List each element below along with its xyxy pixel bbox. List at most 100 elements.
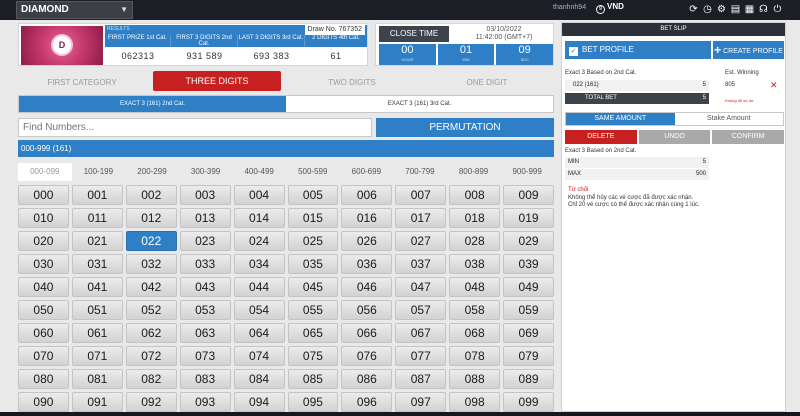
number-button[interactable]: 082 bbox=[125, 369, 177, 389]
number-button[interactable]: 002 bbox=[125, 185, 177, 205]
decade-tab[interactable]: 200-299 bbox=[125, 163, 179, 181]
search-input[interactable] bbox=[18, 118, 372, 137]
decade-tab[interactable]: 400-499 bbox=[232, 163, 286, 181]
remove-bet-icon[interactable]: ✕ bbox=[770, 80, 778, 91]
number-button[interactable]: 093 bbox=[179, 392, 231, 412]
number-button[interactable]: 015 bbox=[287, 208, 339, 228]
number-button[interactable]: 061 bbox=[71, 323, 123, 343]
number-button[interactable]: 067 bbox=[395, 323, 447, 343]
number-button[interactable]: 092 bbox=[125, 392, 177, 412]
number-button[interactable]: 097 bbox=[395, 392, 447, 412]
number-button[interactable]: 000 bbox=[18, 185, 69, 205]
number-button[interactable]: 084 bbox=[233, 369, 285, 389]
number-button[interactable]: 024 bbox=[233, 231, 285, 251]
calculator-icon[interactable]: ▦ bbox=[744, 3, 755, 16]
number-button[interactable]: 010 bbox=[18, 208, 69, 228]
number-button[interactable]: 031 bbox=[71, 254, 123, 274]
number-button[interactable]: 069 bbox=[503, 323, 554, 343]
number-button[interactable]: 038 bbox=[449, 254, 501, 274]
number-button[interactable]: 022 bbox=[125, 231, 177, 251]
number-button[interactable]: 079 bbox=[503, 346, 554, 366]
settings-icon[interactable]: ⚙ bbox=[716, 3, 727, 16]
number-button[interactable]: 077 bbox=[395, 346, 447, 366]
number-button[interactable]: 008 bbox=[449, 185, 501, 205]
number-button[interactable]: 085 bbox=[287, 369, 339, 389]
number-button[interactable]: 075 bbox=[287, 346, 339, 366]
number-button[interactable]: 012 bbox=[125, 208, 177, 228]
number-button[interactable]: 021 bbox=[71, 231, 123, 251]
tab-exact3-3rd[interactable]: EXACT 3 (161) 3rd Cat. bbox=[286, 96, 553, 112]
tab-three-digits[interactable]: THREE DIGITS bbox=[153, 71, 281, 91]
number-button[interactable]: 072 bbox=[125, 346, 177, 366]
number-button[interactable]: 078 bbox=[449, 346, 501, 366]
checkbox-icon[interactable]: ✓ bbox=[569, 47, 578, 56]
number-button[interactable]: 059 bbox=[503, 300, 554, 320]
refresh-icon[interactable]: ⟳ bbox=[688, 3, 699, 16]
decade-tab[interactable]: 700-799 bbox=[393, 163, 447, 181]
number-button[interactable]: 046 bbox=[341, 277, 393, 297]
number-button[interactable]: 063 bbox=[179, 323, 231, 343]
number-button[interactable]: 028 bbox=[449, 231, 501, 251]
number-button[interactable]: 076 bbox=[341, 346, 393, 366]
number-button[interactable]: 023 bbox=[179, 231, 231, 251]
tab-stake-amount[interactable]: Stake Amount bbox=[675, 113, 784, 125]
number-button[interactable]: 098 bbox=[449, 392, 501, 412]
number-button[interactable]: 047 bbox=[395, 277, 447, 297]
number-button[interactable]: 083 bbox=[179, 369, 231, 389]
number-button[interactable]: 060 bbox=[18, 323, 69, 343]
number-button[interactable]: 001 bbox=[71, 185, 123, 205]
number-button[interactable]: 094 bbox=[233, 392, 285, 412]
number-button[interactable]: 029 bbox=[503, 231, 554, 251]
number-button[interactable]: 040 bbox=[18, 277, 69, 297]
number-button[interactable]: 045 bbox=[287, 277, 339, 297]
tab-first-category[interactable]: FIRST CATEGORY bbox=[18, 74, 146, 91]
tab-exact3-2nd[interactable]: EXACT 3 (161) 2nd Cat. bbox=[19, 96, 286, 112]
decade-tab[interactable]: 900-999 bbox=[500, 163, 554, 181]
tab-same-amount[interactable]: SAME AMOUNT bbox=[566, 113, 675, 125]
number-button[interactable]: 042 bbox=[125, 277, 177, 297]
number-button[interactable]: 049 bbox=[503, 277, 554, 297]
number-button[interactable]: 054 bbox=[233, 300, 285, 320]
tab-one-digit[interactable]: ONE DIGIT bbox=[423, 74, 551, 91]
number-button[interactable]: 035 bbox=[287, 254, 339, 274]
decade-tab[interactable]: 500-599 bbox=[286, 163, 340, 181]
number-button[interactable]: 056 bbox=[341, 300, 393, 320]
confirm-button[interactable]: CONFIRM bbox=[712, 130, 785, 144]
number-button[interactable]: 086 bbox=[341, 369, 393, 389]
tab-two-digits[interactable]: TWO DIGITS bbox=[288, 74, 416, 91]
bet-line-amount[interactable]: 5 bbox=[703, 80, 706, 91]
number-button[interactable]: 034 bbox=[233, 254, 285, 274]
document-icon[interactable]: ▤ bbox=[730, 3, 741, 16]
number-button[interactable]: 091 bbox=[71, 392, 123, 412]
number-button[interactable]: 090 bbox=[18, 392, 69, 412]
number-button[interactable]: 032 bbox=[125, 254, 177, 274]
create-profile-button[interactable]: + CREATE PROFILE bbox=[713, 41, 784, 59]
number-button[interactable]: 071 bbox=[71, 346, 123, 366]
number-button[interactable]: 051 bbox=[71, 300, 123, 320]
number-button[interactable]: 064 bbox=[233, 323, 285, 343]
number-button[interactable]: 065 bbox=[287, 323, 339, 343]
number-button[interactable]: 055 bbox=[287, 300, 339, 320]
delete-button[interactable]: DELETE bbox=[565, 130, 637, 144]
number-button[interactable]: 018 bbox=[449, 208, 501, 228]
username[interactable]: thanhnh94 bbox=[553, 4, 586, 11]
number-button[interactable]: 066 bbox=[341, 323, 393, 343]
number-button[interactable]: 005 bbox=[287, 185, 339, 205]
number-button[interactable]: 087 bbox=[395, 369, 447, 389]
number-button[interactable]: 053 bbox=[179, 300, 231, 320]
number-button[interactable]: 088 bbox=[449, 369, 501, 389]
number-button[interactable]: 016 bbox=[341, 208, 393, 228]
undo-button[interactable]: UNDO bbox=[638, 130, 711, 144]
number-button[interactable]: 013 bbox=[179, 208, 231, 228]
number-button[interactable]: 011 bbox=[71, 208, 123, 228]
bet-profile-toggle[interactable]: ✓ BET PROFILE bbox=[565, 41, 711, 59]
history-icon[interactable]: ◷ bbox=[702, 3, 713, 16]
game-select[interactable]: DIAMOND ▼ bbox=[16, 1, 133, 19]
number-button[interactable]: 081 bbox=[71, 369, 123, 389]
number-button[interactable]: 020 bbox=[18, 231, 69, 251]
number-button[interactable]: 095 bbox=[287, 392, 339, 412]
number-button[interactable]: 057 bbox=[395, 300, 447, 320]
decade-tab[interactable]: 000-099 bbox=[18, 163, 72, 181]
number-button[interactable]: 068 bbox=[449, 323, 501, 343]
decade-tab[interactable]: 600-699 bbox=[340, 163, 394, 181]
